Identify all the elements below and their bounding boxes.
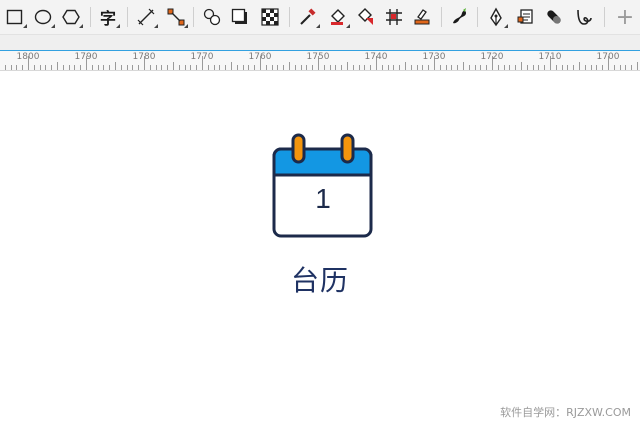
interactive-fill-tool[interactable] — [325, 4, 351, 30]
blend-tool[interactable] — [199, 4, 225, 30]
calendar-day-number: 1 — [315, 183, 331, 214]
toolbar-separator — [127, 7, 128, 27]
calendar-caption: 台历 — [290, 264, 349, 297]
smart-fill-icon — [358, 8, 373, 25]
pen-tool[interactable] — [483, 4, 509, 30]
flyout-arrow-icon — [504, 24, 508, 28]
flyout-arrow-icon — [23, 24, 27, 28]
plus-icon: + — [615, 4, 635, 30]
smear-tool[interactable] — [541, 4, 567, 30]
horizontal-ruler[interactable]: 1800 1790 1780 1770 1760 1750 1740 1730 1720 1710… — [0, 50, 640, 71]
ruler-label: 1790 — [74, 52, 98, 62]
flyout-arrow-icon — [51, 24, 55, 28]
color-eyedropper-tool[interactable] — [295, 4, 321, 30]
dimension-icon — [137, 8, 155, 26]
rectangle-icon — [6, 9, 23, 25]
text-tool[interactable]: 字 — [95, 4, 121, 30]
transparency-icon — [261, 8, 279, 26]
blend-icon — [203, 8, 221, 26]
smart-fill-tool[interactable] — [353, 4, 379, 30]
flyout-arrow-icon — [154, 24, 158, 28]
ruler-label: 1800 — [16, 52, 40, 62]
flyout-arrow-icon — [79, 24, 83, 28]
twirl-icon — [577, 9, 592, 25]
connector-tool[interactable] — [163, 4, 189, 30]
bezier-icon — [517, 9, 533, 24]
toolbar-separator — [90, 7, 91, 27]
flyout-arrow-icon — [346, 24, 350, 28]
drop-shadow-icon — [231, 8, 247, 24]
ruler-label: 1760 — [248, 52, 272, 62]
drop-shadow-tool[interactable] — [227, 4, 253, 30]
toolbar-separator — [193, 7, 194, 27]
ruler-label: 1730 — [422, 52, 446, 62]
mesh-fill-tool[interactable] — [381, 4, 407, 30]
flyout-arrow-icon — [316, 24, 320, 28]
pen-nib-icon — [490, 7, 502, 27]
toolbox: 字 + — [0, 0, 640, 34]
artistic-media-icon — [453, 8, 466, 24]
polygon-tool[interactable] — [58, 4, 84, 30]
outline-tool[interactable] — [409, 4, 435, 30]
smear-icon — [547, 10, 561, 24]
toolbar-separator — [289, 7, 290, 27]
fill-bucket-icon — [331, 9, 345, 25]
rectangle-tool[interactable] — [2, 4, 28, 30]
artistic-media-tool[interactable] — [446, 4, 472, 30]
twirl-tool[interactable] — [571, 4, 597, 30]
eyedropper-icon — [300, 8, 316, 25]
outline-pen-icon — [414, 9, 430, 25]
ruler-label: 1700 — [596, 52, 620, 62]
ellipse-icon — [34, 9, 52, 25]
flyout-arrow-icon — [184, 24, 188, 28]
ruler-label: 1720 — [480, 52, 504, 62]
connector-icon — [167, 8, 185, 26]
ruler-label: 1740 — [364, 52, 388, 62]
polygon-icon — [62, 9, 80, 25]
flyout-arrow-icon — [116, 24, 120, 28]
toolbar-separator — [477, 7, 478, 27]
property-bar — [0, 34, 640, 51]
text-icon: 字 — [99, 9, 116, 28]
ruler-label: 1780 — [132, 52, 156, 62]
add-tool-button[interactable]: + — [612, 4, 638, 30]
toolbar-separator — [441, 7, 442, 27]
ruler-label: 1770 — [190, 52, 214, 62]
ruler-label: 1750 — [306, 52, 330, 62]
toolbar-separator — [604, 7, 605, 27]
ellipse-tool[interactable] — [30, 4, 56, 30]
ruler-label: 1710 — [538, 52, 562, 62]
bezier-tool[interactable] — [513, 4, 539, 30]
parallel-dimension-tool[interactable] — [133, 4, 159, 30]
mesh-fill-icon — [386, 9, 402, 25]
watermark-text: 软件自学网：RJZXW.COM — [500, 406, 631, 419]
transparency-tool[interactable] — [257, 4, 283, 30]
